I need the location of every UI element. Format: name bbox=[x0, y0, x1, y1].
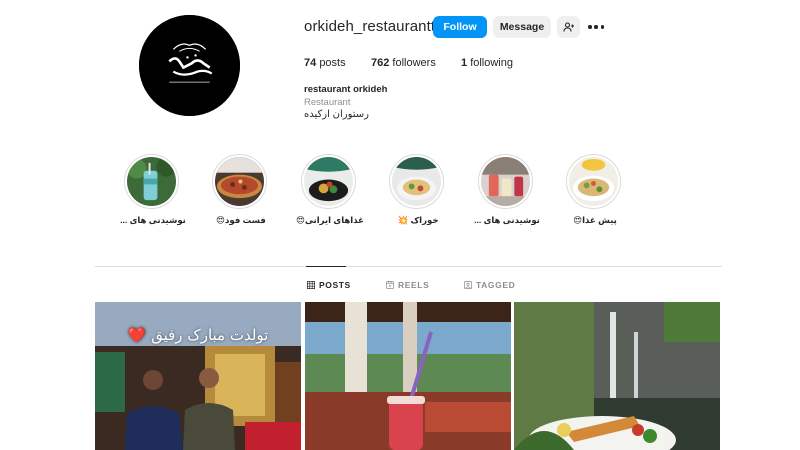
birthday-photo bbox=[95, 302, 301, 450]
persian-food-image bbox=[304, 157, 353, 206]
drinks-image bbox=[481, 157, 530, 206]
highlight-label: فست فود😍 bbox=[216, 215, 266, 225]
add-user-icon bbox=[562, 22, 574, 32]
more-options-icon[interactable] bbox=[588, 22, 604, 32]
message-button[interactable]: Message bbox=[493, 16, 551, 38]
highlight-label: نوشیدنی های ... bbox=[120, 215, 186, 225]
highlight-label: پیش غذا😍 bbox=[573, 215, 617, 225]
pizza-image bbox=[215, 157, 264, 206]
highlight-item[interactable]: فست فود😍 bbox=[206, 154, 276, 226]
profile-avatar[interactable] bbox=[139, 15, 240, 116]
profile-full-name: restaurant orkideh bbox=[304, 84, 388, 95]
waterfall-dish-photo bbox=[514, 302, 720, 450]
followers-link[interactable]: 762 followers bbox=[371, 57, 436, 69]
dish-image bbox=[392, 157, 441, 206]
profile-username: orkideh_restaurantt bbox=[304, 18, 436, 35]
reels-icon bbox=[386, 281, 394, 289]
highlight-label: خوراک 💥 bbox=[397, 215, 439, 225]
highlight-item[interactable]: نوشیدنی های ... bbox=[118, 154, 188, 226]
posts-count: 74 posts bbox=[304, 57, 346, 69]
orkideh-logo bbox=[139, 15, 240, 116]
tab-tagged[interactable]: TAGGED bbox=[464, 280, 515, 290]
tab-posts[interactable]: POSTS bbox=[307, 280, 351, 290]
post-tile[interactable] bbox=[305, 302, 511, 450]
post-caption: تولدت مبارک رفیق ❤️ bbox=[127, 326, 269, 344]
highlight-label: غذاهای ایرانی😍 bbox=[296, 215, 364, 225]
highlight-item[interactable]: نوشیدنی های ... bbox=[472, 154, 542, 226]
active-tab-indicator bbox=[306, 266, 346, 267]
drink-image bbox=[127, 157, 176, 206]
grid-icon bbox=[307, 281, 315, 289]
tag-user-icon bbox=[464, 281, 472, 289]
tabs-divider bbox=[95, 266, 722, 267]
follow-button[interactable]: Follow bbox=[433, 16, 487, 38]
post-tile[interactable] bbox=[514, 302, 720, 450]
restaurant-interior-photo bbox=[305, 302, 511, 450]
post-tile[interactable]: تولدت مبارک رفیق ❤️ bbox=[95, 302, 301, 450]
profile-category: Restaurant bbox=[304, 97, 351, 108]
suggested-users-button[interactable] bbox=[557, 16, 580, 38]
highlight-label: نوشیدنی های ... bbox=[474, 215, 540, 225]
highlight-item[interactable]: خوراک 💥 bbox=[383, 154, 453, 226]
highlight-item[interactable]: پیش غذا😍 bbox=[560, 154, 630, 226]
following-link[interactable]: 1 following bbox=[461, 57, 513, 69]
appetizer-image bbox=[569, 157, 618, 206]
tab-reels[interactable]: REELS bbox=[386, 280, 429, 290]
highlight-item[interactable]: غذاهای ایرانی😍 bbox=[295, 154, 365, 226]
profile-bio: رستوران ارکیده bbox=[304, 109, 369, 120]
